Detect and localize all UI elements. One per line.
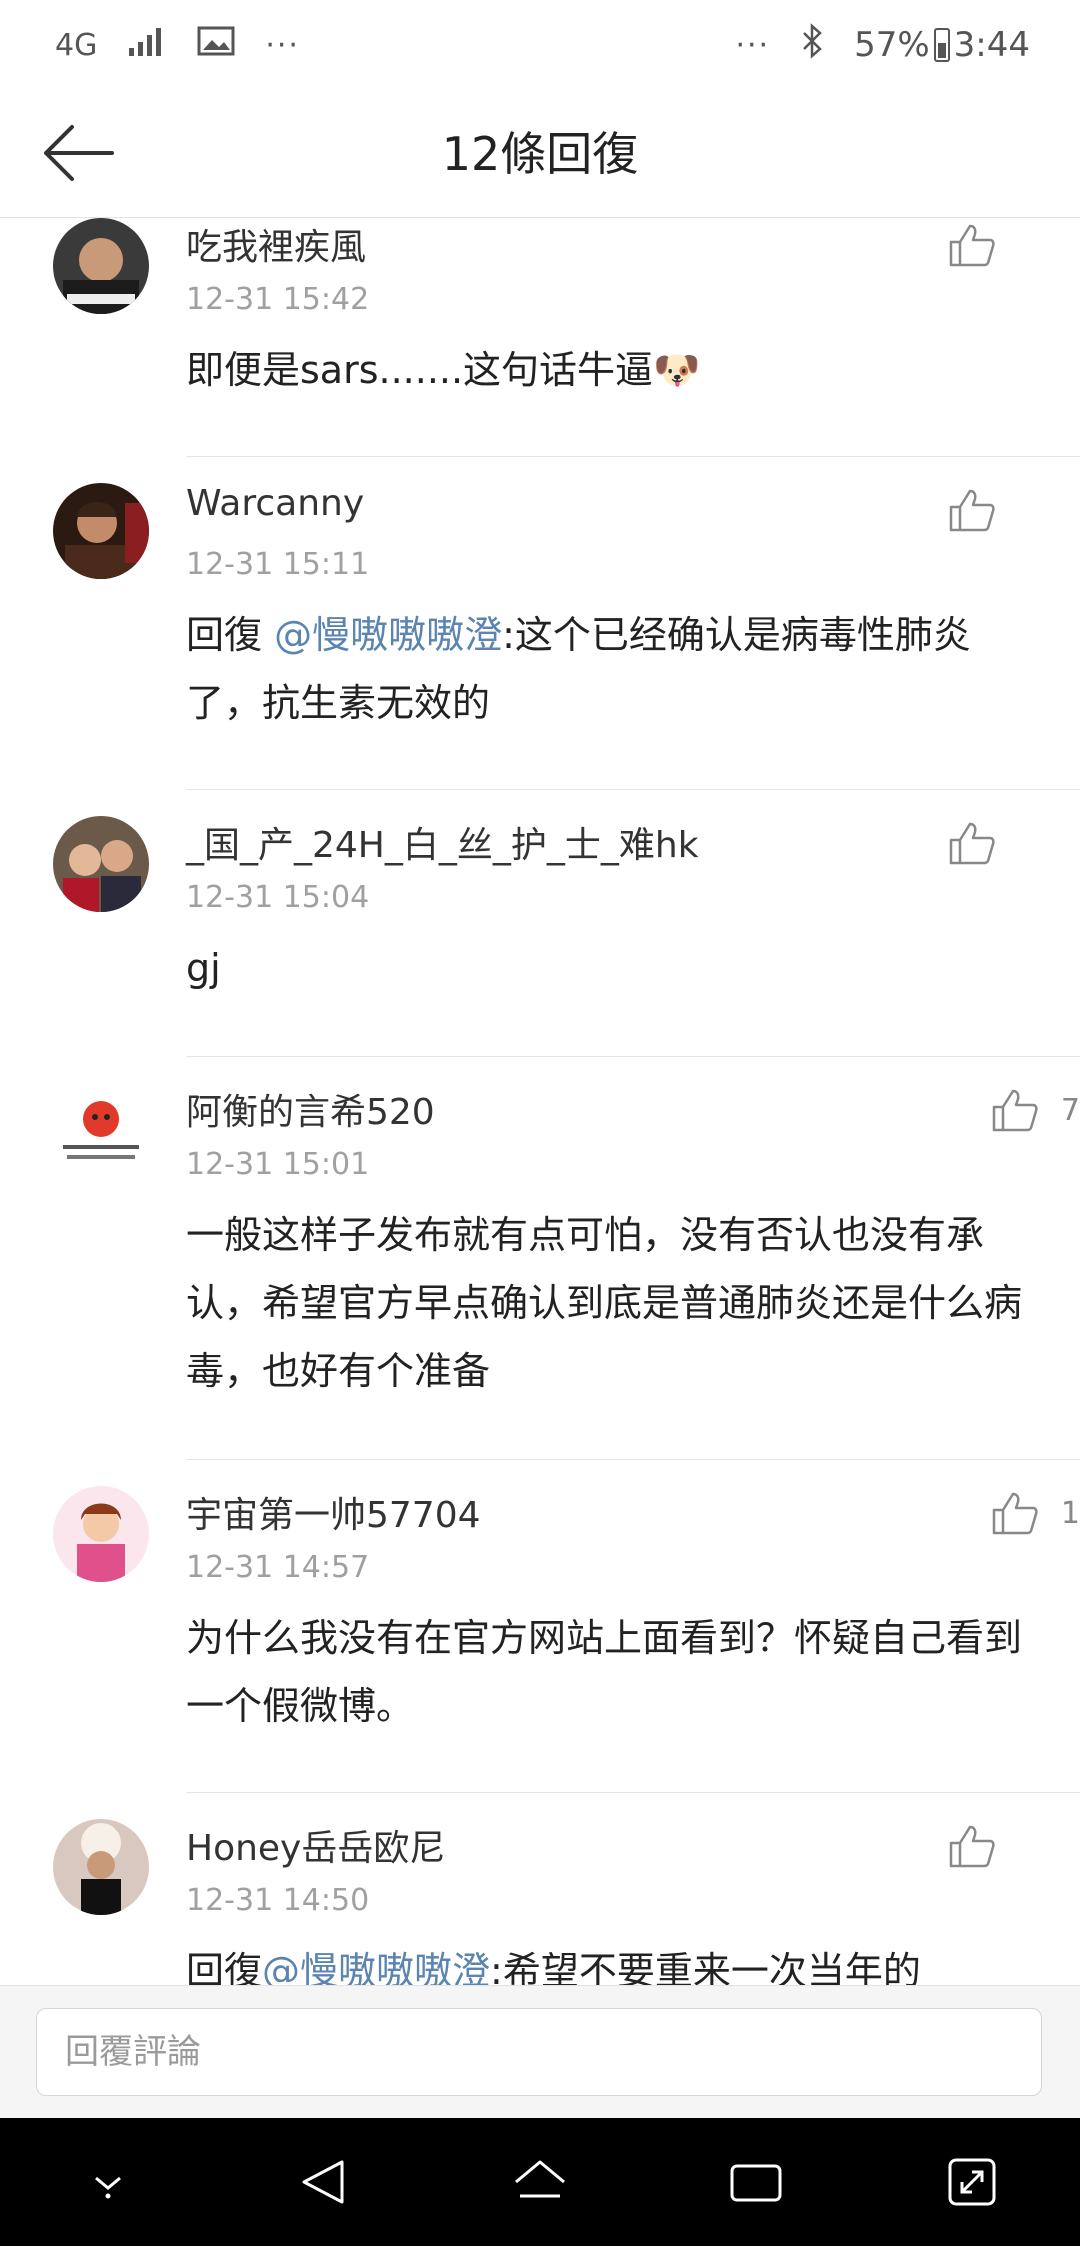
reply-prefix: 回復 (186, 613, 275, 657)
comment-body: 为什么我没有在官方网站上面看到？怀疑自己看到一个假微博。 (186, 1616, 1023, 1728)
thumbs-up-icon (992, 1089, 1038, 1132)
page-title: 12條回復 (441, 127, 639, 181)
network-indicator: 4G (55, 27, 98, 63)
comment-item: Warcanny 12-31 15:11 回復 @慢嗷嗷嗷澄:这个已经确认是病毒… (53, 457, 1080, 790)
comment-body: 即便是sars.......这句话牛逼🐶 (186, 336, 1040, 404)
comment-username[interactable]: Warcanny (186, 483, 364, 524)
thumbs-up-icon (949, 1825, 995, 1868)
nav-home-button[interactable] (500, 2142, 580, 2222)
like-button[interactable] (948, 487, 1018, 533)
nav-fullscreen-button[interactable] (932, 2142, 1012, 2222)
avatar[interactable] (53, 1083, 149, 1179)
like-button[interactable] (948, 820, 1018, 866)
thumbs-up-icon (949, 489, 995, 532)
like-count: 7 (1060, 1092, 1080, 1128)
expand-icon (948, 2158, 996, 2206)
comment-body: 回復@慢嗷嗷嗷澄:希望不要重来一次当年的 (186, 1937, 1040, 1985)
doge-emoji-icon: 🐶 (653, 348, 701, 392)
avatar[interactable] (53, 218, 149, 314)
reply-prefix: 回復 (186, 1949, 263, 1985)
image-icon (197, 25, 235, 65)
avatar[interactable] (53, 816, 149, 912)
thumbs-up-icon (992, 1492, 1038, 1535)
comment-item: Honey岳岳欧尼 12-31 14:50 回復@慢嗷嗷嗷澄:希望不要重来一次当… (53, 1793, 1080, 1985)
back-triangle-icon (302, 2160, 344, 2204)
mention-link[interactable]: @慢嗷嗷嗷澄 (274, 613, 502, 657)
like-button[interactable] (948, 1823, 1018, 1869)
system-nav-bar (0, 2118, 1080, 2246)
thumbs-up-icon (949, 822, 995, 865)
status-bar: 4G ··· ··· 57% 3:44 (0, 0, 1080, 90)
signal-icon (127, 25, 167, 65)
comment-username[interactable]: Honey岳岳欧尼 (186, 1819, 445, 1871)
clock: 3:44 (953, 25, 1030, 65)
comment-text: :希望不要重来一次当年的 (490, 1949, 921, 1985)
like-button[interactable] (948, 222, 1018, 268)
battery-percent: 57% (854, 25, 930, 65)
battery-icon (933, 28, 950, 62)
home-icon (515, 2160, 565, 2198)
comment-time: 12-31 14:50 (186, 1883, 370, 1918)
comment-time: 12-31 15:42 (186, 282, 370, 317)
comment-body: 一般这样子发布就有点可怕，没有否认也没有承认，希望官方早点确认到底是普通肺炎还是… (186, 1213, 1023, 1393)
nav-hide-button[interactable] (68, 2142, 148, 2222)
comment-item: 宇宙第一帅57704 12-31 14:57 为什么我没有在官方网站上面看到？怀… (53, 1460, 1080, 1793)
comment-username[interactable]: 宇宙第一帅57704 (186, 1486, 481, 1538)
comment-username[interactable]: _国_产_24H_白_丝_护_士_难hk (186, 816, 699, 868)
comment-list[interactable]: 吃我裡疾風 12-31 15:42 即便是sars.......这句话牛逼🐶 W… (0, 218, 1080, 1985)
header: 12條回復 (0, 90, 1080, 218)
comment-time: 12-31 15:01 (186, 1147, 370, 1182)
comment-username[interactable]: 阿衡的言希520 (186, 1083, 435, 1135)
comment-username[interactable]: 吃我裡疾風 (186, 218, 366, 270)
comment-text: 即便是sars.......这句话牛逼 (186, 348, 654, 392)
recents-icon (730, 2164, 782, 2202)
nav-recents-button[interactable] (716, 2142, 796, 2222)
avatar[interactable] (53, 1819, 149, 1915)
like-count: 1 (1060, 1495, 1080, 1531)
comment-time: 12-31 15:04 (186, 880, 370, 915)
thumbs-up-icon (949, 224, 995, 267)
avatar[interactable] (53, 483, 149, 579)
like-button[interactable]: 7 (991, 1087, 1080, 1133)
comment-time: 12-31 15:11 (186, 547, 370, 582)
mention-link[interactable]: @慢嗷嗷嗷澄 (262, 1949, 490, 1985)
nav-back-button[interactable] (284, 2142, 364, 2222)
comment-item: 吃我裡疾風 12-31 15:42 即便是sars.......这句话牛逼🐶 (53, 218, 1080, 457)
reply-input[interactable]: 回覆評論 (36, 2008, 1042, 2096)
comment-time: 12-31 14:57 (186, 1550, 370, 1585)
avatar[interactable] (53, 1486, 149, 1582)
chevron-down-icon (95, 2176, 121, 2199)
comment-item: _国_产_24H_白_丝_护_士_难hk 12-31 15:04 gj (53, 790, 1080, 1057)
more-notifications-icon: ··· (265, 27, 300, 63)
bluetooth-icon (800, 22, 824, 68)
comment-item: 阿衡的言希520 12-31 15:01 一般这样子发布就有点可怕，没有否认也没… (53, 1057, 1080, 1460)
comment-body: 回復 @慢嗷嗷嗷澄:这个已经确认是病毒性肺炎了，抗生素无效的 (186, 601, 1040, 737)
like-button[interactable]: 1 (991, 1490, 1080, 1536)
comment-body: gj (186, 946, 221, 990)
reply-bar: 回覆評論 (0, 1985, 1080, 2118)
more-status-icon: ··· (735, 27, 771, 63)
